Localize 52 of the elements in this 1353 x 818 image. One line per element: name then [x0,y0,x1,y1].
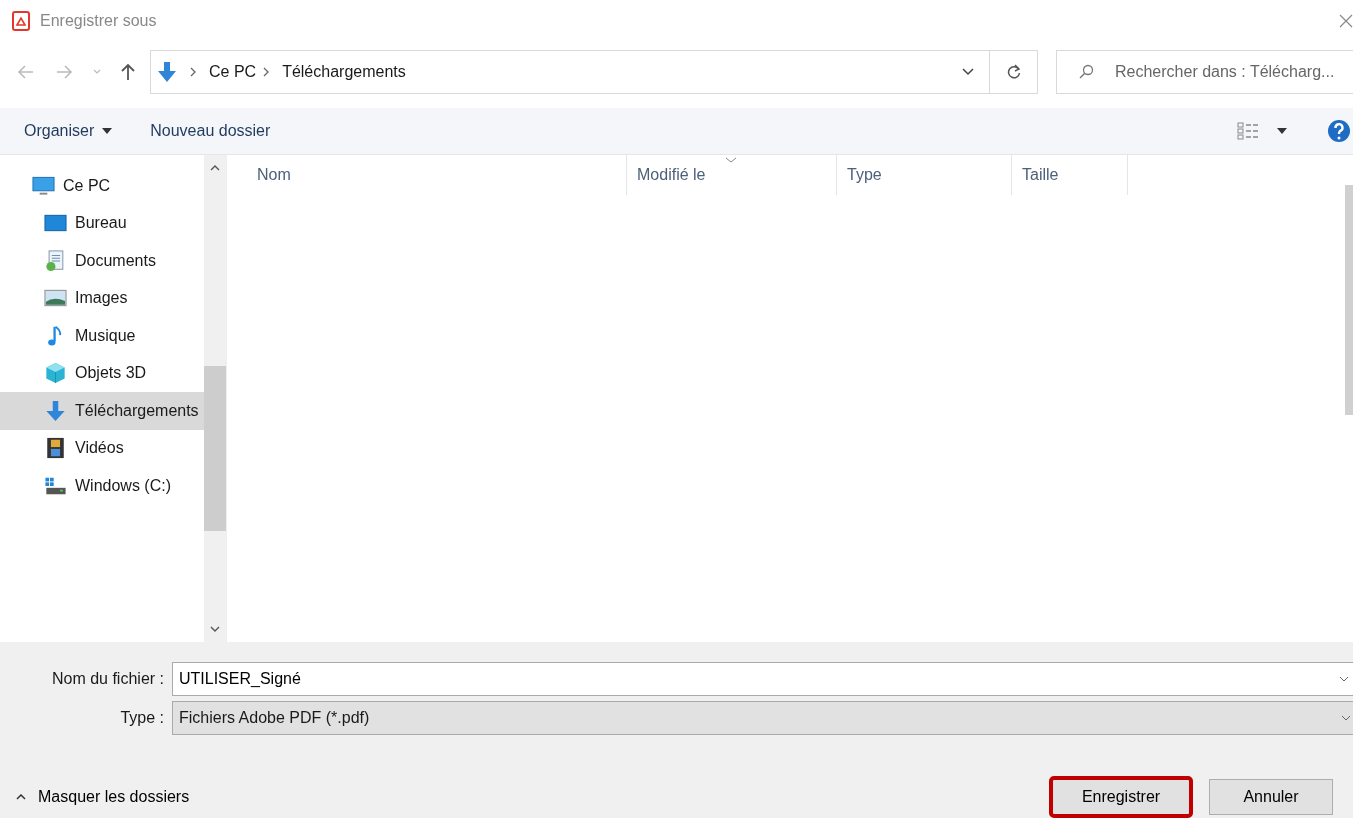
sort-chevron-icon [725,157,737,163]
scrollbar[interactable] [1345,185,1353,415]
search-field[interactable]: Rechercher dans : Télécharg... [1056,50,1353,94]
sidebar-item[interactable]: Images [0,279,204,317]
scroll-up-icon[interactable] [210,165,220,171]
search-icon [1078,64,1094,80]
column-header[interactable]: Type [837,155,1012,195]
cube-icon [44,362,67,385]
scrollbar[interactable] [204,155,226,642]
file-type-dropdown[interactable]: Fichiers Adobe PDF (*.pdf) [172,700,1353,735]
help-icon[interactable] [1327,119,1351,143]
chevron-down-icon [1341,714,1351,721]
column-header[interactable]: Nom [227,155,627,195]
column-header[interactable]: Modifié le [627,155,837,195]
chevron-down-icon[interactable] [1339,675,1349,682]
sidebar-item[interactable]: Bureau [0,204,204,242]
sidebar-item[interactable]: Documents [0,242,204,280]
chevron-right-icon [189,67,197,77]
pdf-app-icon [12,11,30,31]
download-arrow-icon [157,61,177,83]
dialog-button[interactable]: Enregistrer [1049,776,1193,818]
chevron-up-icon [16,794,26,800]
computer-icon [32,174,55,197]
scroll-down-icon[interactable] [210,626,220,632]
sidebar-item[interactable]: Ce PC [0,167,204,205]
sidebar-item[interactable]: Téléchargements [0,392,204,430]
chevron-right-icon [262,67,271,77]
breadcrumb[interactable]: Téléchargements [282,63,406,81]
dialog-button[interactable]: Annuler [1209,779,1333,815]
column-header[interactable]: Taille [1012,155,1128,195]
refresh-button[interactable] [990,50,1038,94]
chevron-down-icon[interactable] [961,67,975,77]
address-bar[interactable]: Ce PC Téléchargements [150,50,990,94]
new-folder-button[interactable]: Nouveau dossier [138,118,283,144]
sidebar-item[interactable]: Musique [0,317,204,355]
dropdown-triangle-icon[interactable] [1277,128,1287,134]
dropdown-triangle-icon [102,128,113,134]
sidebar-item[interactable]: Vidéos [0,429,204,467]
film-strip-icon [44,437,67,460]
window-title: Enregistrer sous [40,12,157,30]
filename-field[interactable]: UTILISER_Signé [172,661,1353,696]
organize-menu-button[interactable]: Organiser [12,118,125,144]
download-arrow-icon [44,399,67,422]
breadcrumb[interactable]: Ce PC [209,63,257,81]
sidebar-item[interactable]: Objets 3D [0,354,204,392]
sidebar-item[interactable]: Windows (C:) [0,467,204,505]
hide-folders-button[interactable]: Masquer les dossiers [0,784,206,810]
filename-label: Nom du fichier : [50,669,165,688]
type-label: Type : [119,708,165,727]
close-icon[interactable] [1339,14,1353,28]
view-options-icon[interactable] [1237,122,1261,140]
refresh-icon [1005,64,1022,80]
